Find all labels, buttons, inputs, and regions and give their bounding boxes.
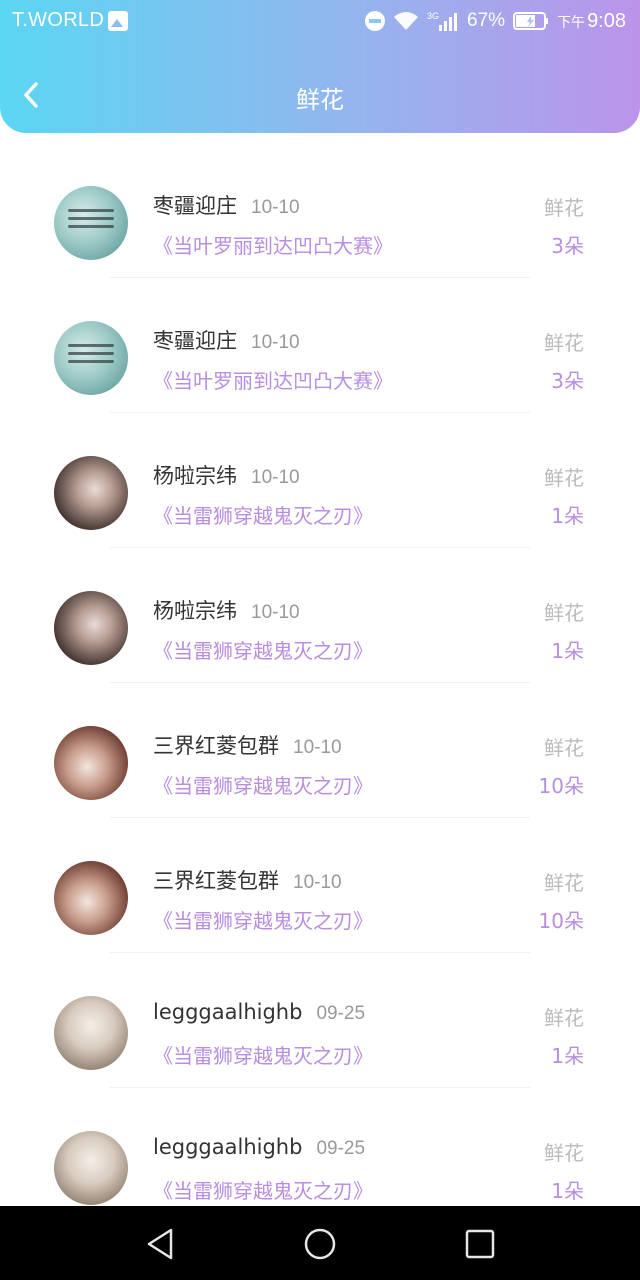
avatar[interactable] [54,456,128,530]
gift-date: 10-10 [293,872,342,893]
story-title-link[interactable]: 《当雷狮穿越鬼灭之刃》 [153,905,373,934]
user-name: 枣疆迎庄 [153,194,237,218]
user-name-row[interactable]: 枣疆迎庄 10-10 [153,325,300,355]
story-title-link[interactable]: 《当雷狮穿越鬼灭之刃》 [153,500,373,529]
status-bar: T.WORLD 3G 67% 下午 9:08 [0,0,640,44]
user-name-row[interactable]: 枣疆迎庄 10-10 [153,190,300,220]
divider [110,412,530,413]
nav-home-button[interactable] [300,1224,340,1264]
gift-date: 10-10 [251,332,300,353]
story-title-link[interactable]: 《当叶罗丽到达凹凸大赛》 [153,230,393,259]
user-name: 杨啦宗纬 [153,599,237,623]
list-item[interactable]: 枣疆迎庄 10-10 《当叶罗丽到达凹凸大赛》 鲜花 3朵 [0,150,640,285]
story-title-link[interactable]: 《当叶罗丽到达凹凸大赛》 [153,365,393,394]
battery-percent: 67% [467,10,506,31]
gift-type-label: 鲜花 [544,196,584,220]
nav-back-button[interactable] [140,1224,180,1264]
page-title: 鲜花 [296,86,344,114]
story-title-link[interactable]: 《当雷狮穿越鬼灭之刃》 [153,635,373,664]
flower-gift-list: 枣疆迎庄 10-10 《当叶罗丽到达凹凸大赛》 鲜花 3朵 枣疆迎庄 10-10 《… [0,150,640,1206]
do-not-disturb-icon [365,11,386,31]
user-name-row[interactable]: 三界红菱包群 10-10 [153,730,342,760]
user-name-row[interactable]: legggaalhighb 09-25 [153,1135,365,1160]
list-item[interactable]: legggaalhighb 09-25 《当雷狮穿越鬼灭之刃》 鲜花 1朵 [0,960,640,1095]
gift-type-label: 鲜花 [544,466,584,490]
carrier-label: T.WORLD [12,9,105,31]
gift-type-label: 鲜花 [544,331,584,355]
gift-count: 1朵 [551,1179,584,1203]
time-prefix: 下午 [557,13,586,30]
avatar[interactable] [54,1131,128,1205]
gift-date: 10-10 [251,467,300,488]
user-name-row[interactable]: 杨啦宗纬 10-10 [153,595,300,625]
status-indicators: 3G 67% 下午 9:08 [365,6,626,36]
gift-count: 10朵 [538,909,584,933]
divider [110,682,530,683]
avatar[interactable] [54,321,128,395]
list-item[interactable]: 杨啦宗纬 10-10 《当雷狮穿越鬼灭之刃》 鲜花 1朵 [0,555,640,690]
gift-type-label: 鲜花 [544,601,584,625]
user-name: 杨啦宗纬 [153,464,237,488]
avatar[interactable] [54,726,128,800]
divider [110,547,530,548]
gift-date: 09-25 [316,1138,366,1159]
header-bar: T.WORLD 3G 67% 下午 9:08 鲜花 [0,0,640,133]
network-type-label: 3G [427,11,439,21]
user-name: legggaalhighb [153,1135,303,1159]
triangle-back-icon [147,1228,173,1260]
list-item[interactable]: 枣疆迎庄 10-10 《当叶罗丽到达凹凸大赛》 鲜花 3朵 [0,285,640,420]
gift-count: 1朵 [551,504,584,528]
gift-count: 3朵 [551,369,584,393]
avatar[interactable] [54,996,128,1070]
divider [110,1087,530,1088]
gift-date: 10-10 [251,602,300,623]
gift-count: 1朵 [551,639,584,663]
gift-date: 10-10 [251,197,300,218]
user-name: 枣疆迎庄 [153,329,237,353]
time-value: 9:08 [587,9,626,32]
user-name-row[interactable]: 杨啦宗纬 10-10 [153,460,300,490]
gift-type-label: 鲜花 [544,871,584,895]
system-navigation-bar [0,1206,640,1280]
story-title-link[interactable]: 《当雷狮穿越鬼灭之刃》 [153,770,373,799]
square-recent-icon [465,1229,495,1259]
user-name: 三界红菱包群 [153,734,279,758]
story-title-link[interactable]: 《当雷狮穿越鬼灭之刃》 [153,1040,373,1069]
gift-type-label: 鲜花 [544,736,584,760]
divider [110,952,530,953]
clock: 下午 9:08 [557,10,626,33]
list-item[interactable]: 三界红菱包群 10-10 《当雷狮穿越鬼灭之刃》 鲜花 10朵 [0,825,640,960]
avatar[interactable] [54,591,128,665]
user-name: legggaalhighb [153,1000,303,1024]
wifi-icon [393,11,419,31]
gift-count: 10朵 [538,774,584,798]
user-name-row[interactable]: legggaalhighb 09-25 [153,1000,365,1025]
divider [110,277,530,278]
image-notification-icon [108,11,128,31]
list-item[interactable]: 杨啦宗纬 10-10 《当雷狮穿越鬼灭之刃》 鲜花 1朵 [0,420,640,555]
gift-date: 09-25 [316,1003,366,1024]
nav-recent-button[interactable] [460,1224,500,1264]
story-title-link[interactable]: 《当雷狮穿越鬼灭之刃》 [153,1175,373,1204]
divider [110,817,530,818]
signal-icon: 3G [427,10,459,32]
user-name-row[interactable]: 三界红菱包群 10-10 [153,865,342,895]
battery-icon [513,12,549,30]
list-item[interactable]: 三界红菱包群 10-10 《当雷狮穿越鬼灭之刃》 鲜花 10朵 [0,690,640,825]
gift-type-label: 鲜花 [544,1141,584,1165]
list-item[interactable]: legggaalhighb 09-25 《当雷狮穿越鬼灭之刃》 鲜花 1朵 [0,1095,640,1206]
gift-type-label: 鲜花 [544,1006,584,1030]
avatar[interactable] [54,861,128,935]
gift-count: 3朵 [551,234,584,258]
gift-count: 1朵 [551,1044,584,1068]
user-name: 三界红菱包群 [153,869,279,893]
gift-date: 10-10 [293,737,342,758]
avatar[interactable] [54,186,128,260]
circle-home-icon [304,1228,336,1260]
